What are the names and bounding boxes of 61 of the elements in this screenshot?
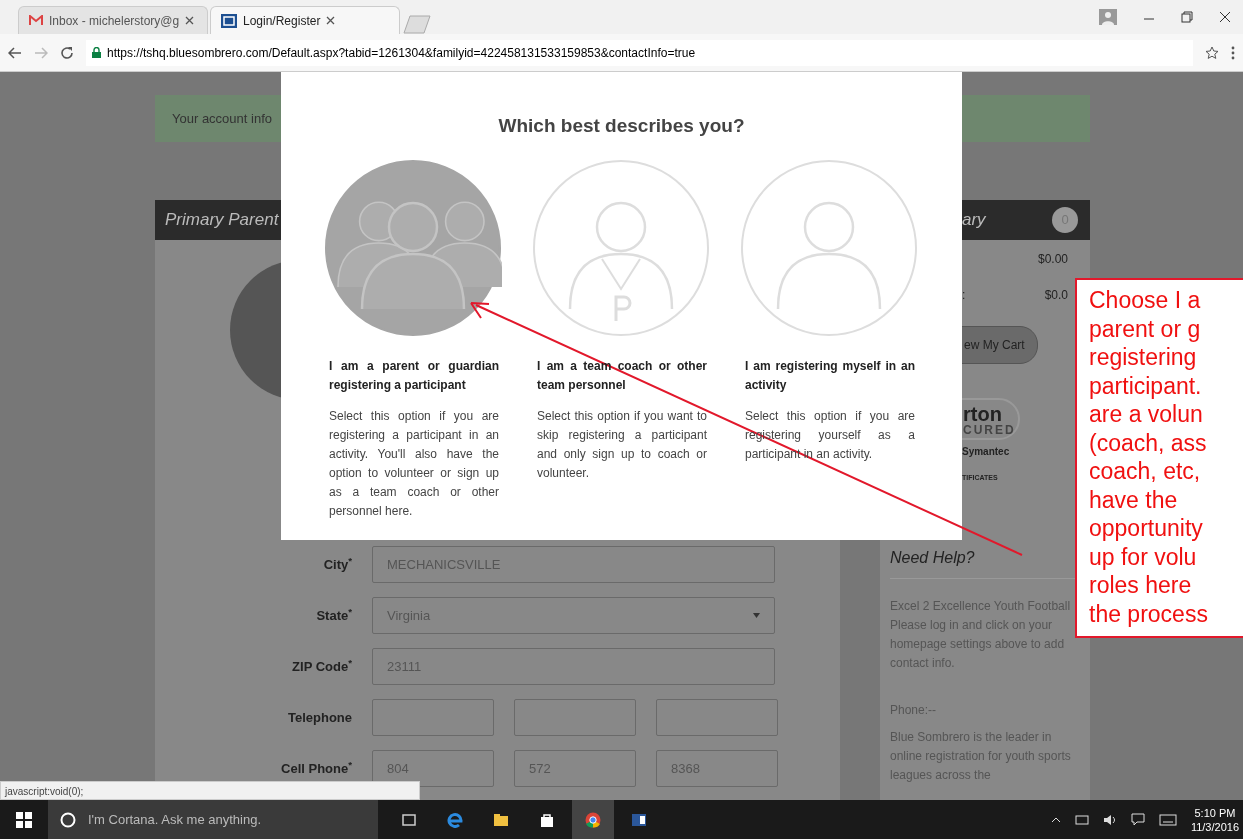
amount-text: $0.0: [1044, 287, 1068, 304]
callout-text: opportunity: [1089, 514, 1204, 543]
mail-icon: [29, 15, 43, 26]
close-icon[interactable]: [1219, 11, 1231, 23]
callout-text: parent or g: [1089, 314, 1202, 343]
seal-text: Symantec: [961, 445, 1011, 459]
status-text: javascript:void(0);: [0, 781, 420, 800]
summary-label: :: [962, 287, 966, 304]
browser-icon: [447, 811, 463, 828]
clock-time[interactable]: 5:10 PM: [1190, 805, 1239, 820]
reload-icon[interactable]: [60, 45, 74, 60]
callout-text: have the: [1089, 485, 1179, 514]
option-description: Select this option if you are registering a participant in an activity. You'll also have the option to volunteer or sign up as a team coach or other personnel here.: [329, 407, 499, 520]
browser-tab[interactable]: Inbox - michelerstory@g: [18, 6, 208, 34]
option-heading[interactable]: I am a team coach or other team personnel: [537, 356, 707, 395]
close-icon[interactable]: [185, 16, 195, 25]
restore-icon[interactable]: [1181, 11, 1193, 23]
document-icon: [631, 811, 647, 828]
amount-text: $0.00: [1037, 251, 1068, 268]
dialog-title: Which best describes you?: [497, 114, 746, 138]
star-icon[interactable]: [1205, 45, 1219, 60]
callout-text: (coach, ass: [1089, 428, 1208, 457]
callout-text: the process: [1089, 599, 1209, 628]
callout-text: Choose I a: [1089, 286, 1202, 315]
field-label: State$^{*}$: [315, 605, 352, 625]
windows-icon: [16, 811, 32, 828]
keyboard-icon[interactable]: [1158, 813, 1177, 826]
volume-icon[interactable]: [1102, 813, 1117, 826]
close-icon[interactable]: [326, 16, 336, 25]
clock-date[interactable]: 11/3/2016: [1190, 819, 1239, 834]
menu-icon[interactable]: [1231, 45, 1235, 60]
field-label: ZIP Code$^{*}$: [291, 656, 352, 676]
callout-text: are a volun: [1089, 400, 1204, 429]
caret-icon: [753, 613, 760, 618]
input-field[interactable]: [656, 699, 778, 736]
callout-text: participant.: [1089, 371, 1203, 400]
notification-icon[interactable]: [1130, 813, 1145, 826]
task-view-icon: [401, 811, 417, 828]
input-field[interactable]: [514, 699, 636, 736]
option-heading[interactable]: I am registering myself in an activity: [745, 356, 915, 395]
option-description: Select this option if you want to skip registering a participant and only sign up to coach or volunteer.: [537, 407, 707, 482]
input-field[interactable]: [372, 699, 494, 736]
bag-icon: [539, 811, 555, 828]
callout-text: coach, etc,: [1089, 457, 1202, 486]
chrome-icon: [585, 811, 601, 828]
field-label: City$^{*}$: [322, 554, 352, 574]
lock-icon: [92, 47, 101, 58]
folder-icon: [493, 811, 509, 828]
field-label: Cell Phone$^{*}$: [280, 758, 352, 778]
callout-text: roles here: [1089, 571, 1193, 600]
field-label: Telephone: [286, 708, 352, 727]
callout-text: registering: [1089, 343, 1198, 372]
back-icon[interactable]: [8, 46, 22, 59]
chevron-up-icon[interactable]: [1050, 816, 1061, 823]
browser-tab[interactable]: Login/Register: [210, 6, 400, 34]
search-field[interactable]: I'm Cortana. Ask me anything.: [48, 800, 378, 839]
logo-icon: [221, 13, 237, 28]
panel-title: ary: [962, 209, 986, 232]
option-heading[interactable]: I am a parent or guardian registering a participant: [329, 356, 499, 395]
callout-text: up for volu: [1089, 542, 1198, 571]
circle-icon: [60, 811, 76, 828]
